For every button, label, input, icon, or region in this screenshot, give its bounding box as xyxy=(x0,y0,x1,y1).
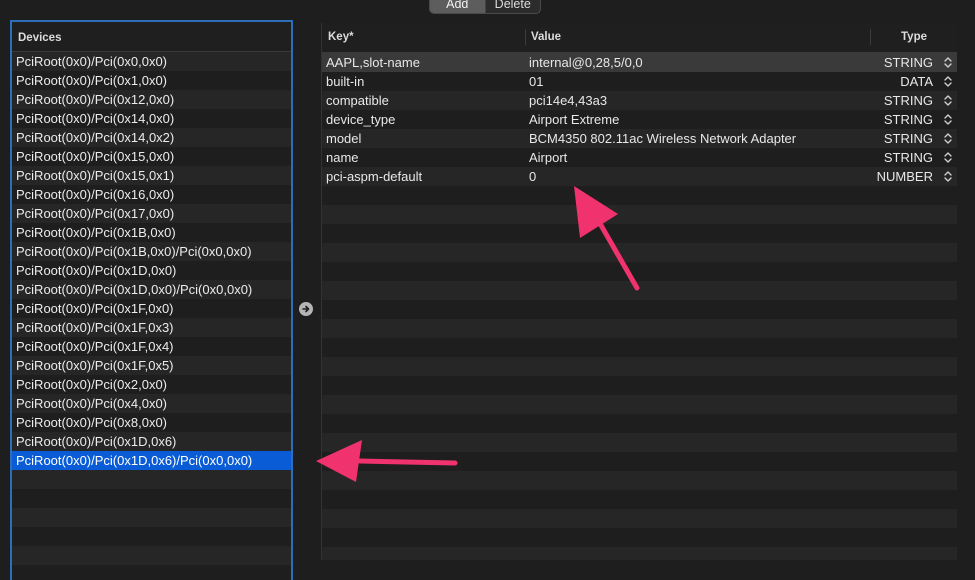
device-list-item[interactable]: PciRoot(0x0)/Pci(0x1D,0x0)/Pci(0x0,0x0) xyxy=(12,280,291,299)
up-down-chevron-icon[interactable] xyxy=(943,170,953,183)
empty-row xyxy=(12,546,291,565)
property-type[interactable]: STRING xyxy=(884,129,933,148)
empty-row xyxy=(322,338,957,357)
device-list-item[interactable]: PciRoot(0x0)/Pci(0x17,0x0) xyxy=(12,204,291,223)
empty-row xyxy=(322,205,957,224)
device-list-item[interactable]: PciRoot(0x0)/Pci(0x1B,0x0) xyxy=(12,223,291,242)
devices-table[interactable]: Devices PciRoot(0x0)/Pci(0x0,0x0) PciRoot… xyxy=(10,20,293,580)
device-list-item[interactable]: PciRoot(0x0)/Pci(0x15,0x1) xyxy=(12,166,291,185)
property-value[interactable]: pci14e4,43a3 xyxy=(529,91,607,110)
property-key[interactable]: model xyxy=(326,129,361,148)
empty-row xyxy=(322,471,957,490)
property-row[interactable]: name Airport STRING xyxy=(322,148,957,167)
empty-row xyxy=(322,528,957,547)
property-type[interactable]: STRING xyxy=(884,110,933,129)
type-column-header[interactable]: Type xyxy=(901,31,927,43)
up-down-chevron-icon[interactable] xyxy=(943,75,953,88)
devices-column-header[interactable]: Devices xyxy=(12,22,291,52)
properties-table[interactable]: Key* Value Type AAPL,slot-name internal@0… xyxy=(321,23,957,560)
empty-row xyxy=(322,357,957,376)
property-type[interactable]: STRING xyxy=(884,148,933,167)
delete-button[interactable]: Delete xyxy=(484,0,541,13)
device-list-item[interactable]: PciRoot(0x0)/Pci(0x14,0x0) xyxy=(12,109,291,128)
property-value[interactable]: Airport Extreme xyxy=(529,110,619,129)
value-column-header[interactable]: Value xyxy=(531,31,561,43)
empty-row xyxy=(322,433,957,452)
property-row[interactable]: model BCM4350 802.11ac Wireless Network A… xyxy=(322,129,957,148)
devices-list: PciRoot(0x0)/Pci(0x0,0x0) PciRoot(0x0)/Pc… xyxy=(12,52,291,580)
property-row[interactable]: device_type Airport Extreme STRING xyxy=(322,110,957,129)
empty-row xyxy=(12,470,291,489)
empty-row xyxy=(322,509,957,528)
device-list-item[interactable]: PciRoot(0x0)/Pci(0x0,0x0) xyxy=(12,52,291,71)
device-list-item[interactable]: PciRoot(0x0)/Pci(0x8,0x0) xyxy=(12,413,291,432)
up-down-chevron-icon[interactable] xyxy=(943,94,953,107)
add-button[interactable]: Add xyxy=(430,0,485,13)
up-down-chevron-icon[interactable] xyxy=(943,132,953,145)
empty-row xyxy=(322,262,957,281)
device-list-item[interactable]: PciRoot(0x0)/Pci(0x1D,0x6)/Pci(0x0,0x0) xyxy=(12,451,291,470)
device-list-item[interactable]: PciRoot(0x0)/Pci(0x1B,0x0)/Pci(0x0,0x0) xyxy=(12,242,291,261)
empty-row xyxy=(12,565,291,580)
property-row[interactable]: compatible pci14e4,43a3 STRING xyxy=(322,91,957,110)
empty-row xyxy=(322,319,957,338)
property-key[interactable]: pci-aspm-default xyxy=(326,167,422,186)
property-value[interactable]: Airport xyxy=(529,148,567,167)
property-value[interactable]: internal@0,28,5/0,0 xyxy=(529,53,643,72)
column-divider[interactable] xyxy=(525,29,526,45)
up-down-chevron-icon[interactable] xyxy=(943,113,953,126)
property-key[interactable]: built-in xyxy=(326,72,364,91)
device-list-item[interactable]: PciRoot(0x0)/Pci(0x1F,0x5) xyxy=(12,356,291,375)
device-list-item[interactable]: PciRoot(0x0)/Pci(0x1F,0x4) xyxy=(12,337,291,356)
up-down-chevron-icon[interactable] xyxy=(943,56,953,69)
property-value[interactable]: BCM4350 802.11ac Wireless Network Adapte… xyxy=(529,129,796,148)
empty-row xyxy=(322,224,957,243)
device-list-item[interactable]: PciRoot(0x0)/Pci(0x1D,0x6) xyxy=(12,432,291,451)
device-list-item[interactable]: PciRoot(0x0)/Pci(0x15,0x0) xyxy=(12,147,291,166)
property-row[interactable]: AAPL,slot-name internal@0,28,5/0,0 STRING xyxy=(322,53,957,72)
empty-row xyxy=(322,243,957,262)
device-list-item[interactable]: PciRoot(0x0)/Pci(0x1F,0x0) xyxy=(12,299,291,318)
device-list-item[interactable]: PciRoot(0x0)/Pci(0x12,0x0) xyxy=(12,90,291,109)
device-list-item[interactable]: PciRoot(0x0)/Pci(0x2,0x0) xyxy=(12,375,291,394)
key-column-header[interactable]: Key* xyxy=(328,31,354,43)
device-list-item[interactable]: PciRoot(0x0)/Pci(0x1D,0x0) xyxy=(12,261,291,280)
property-key[interactable]: compatible xyxy=(326,91,389,110)
property-type[interactable]: DATA xyxy=(900,72,933,91)
empty-row xyxy=(322,547,957,560)
property-type[interactable]: NUMBER xyxy=(877,167,933,186)
property-type[interactable]: STRING xyxy=(884,91,933,110)
empty-row xyxy=(322,186,957,205)
device-list-item[interactable]: PciRoot(0x0)/Pci(0x4,0x0) xyxy=(12,394,291,413)
empty-row xyxy=(12,489,291,508)
properties-header: Key* Value Type xyxy=(322,23,957,53)
device-list-item[interactable]: PciRoot(0x0)/Pci(0x16,0x0) xyxy=(12,185,291,204)
empty-row xyxy=(322,376,957,395)
up-down-chevron-icon[interactable] xyxy=(943,151,953,164)
property-key[interactable]: name xyxy=(326,148,359,167)
device-list-item[interactable]: PciRoot(0x0)/Pci(0x1,0x0) xyxy=(12,71,291,90)
empty-row xyxy=(12,527,291,546)
properties-list: AAPL,slot-name internal@0,28,5/0,0 STRING b… xyxy=(322,53,957,560)
device-list-item[interactable]: PciRoot(0x0)/Pci(0x1F,0x3) xyxy=(12,318,291,337)
add-delete-segmented-control: Add Delete xyxy=(429,0,541,14)
property-type[interactable]: STRING xyxy=(884,53,933,72)
empty-row xyxy=(322,300,957,319)
empty-row xyxy=(322,452,957,471)
property-row[interactable]: pci-aspm-default 0 NUMBER xyxy=(322,167,957,186)
property-key[interactable]: device_type xyxy=(326,110,395,129)
property-value[interactable]: 01 xyxy=(529,72,543,91)
empty-row xyxy=(322,395,957,414)
property-row[interactable]: built-in 01 DATA xyxy=(322,72,957,91)
device-list-item[interactable]: PciRoot(0x0)/Pci(0x14,0x2) xyxy=(12,128,291,147)
arrow-right-circle-icon[interactable] xyxy=(299,302,313,316)
empty-row xyxy=(322,414,957,433)
column-divider[interactable] xyxy=(870,29,871,45)
empty-row xyxy=(322,490,957,509)
property-value[interactable]: 0 xyxy=(529,167,536,186)
empty-row xyxy=(12,508,291,527)
empty-row xyxy=(322,281,957,300)
property-key[interactable]: AAPL,slot-name xyxy=(326,53,420,72)
